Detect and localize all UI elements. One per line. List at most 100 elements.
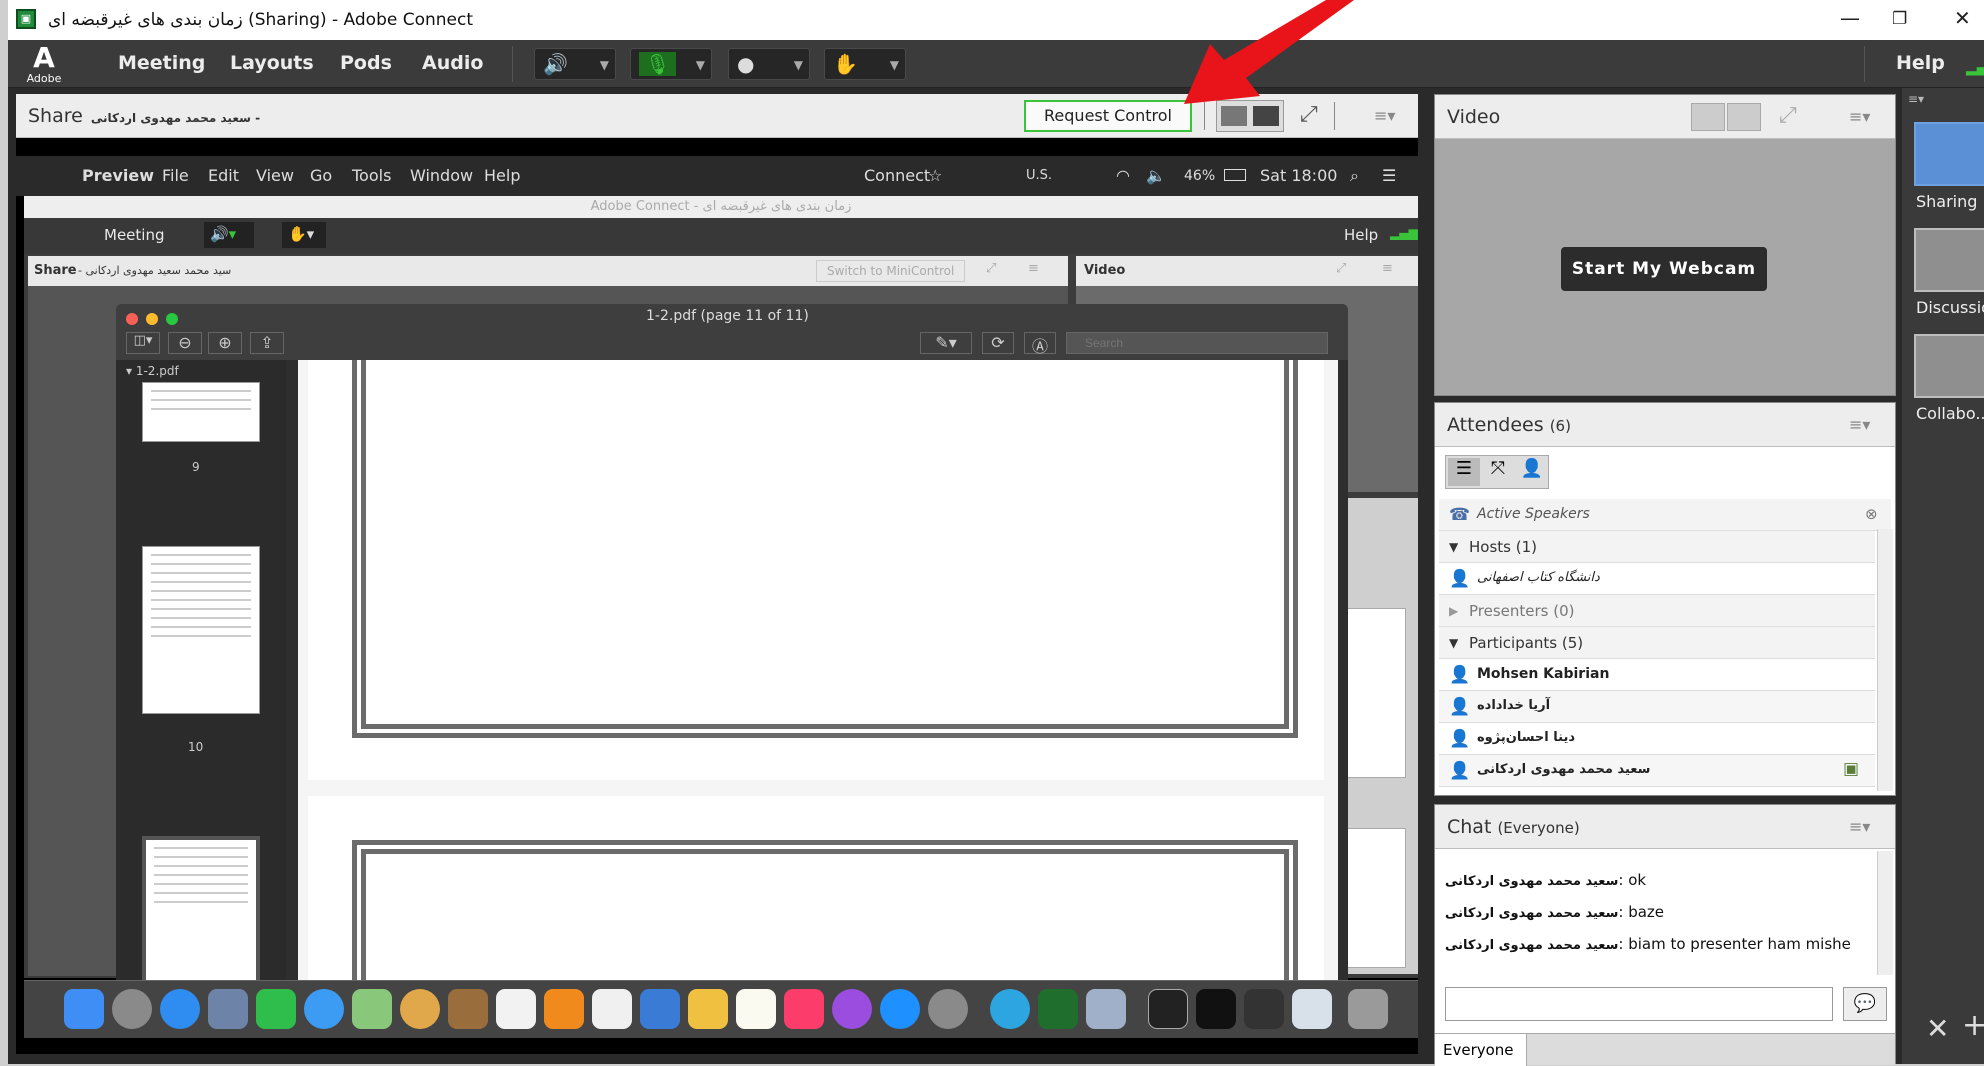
filmstrip-view-icon[interactable] — [1727, 103, 1761, 131]
menu-help[interactable]: Help — [1896, 52, 1945, 74]
vlc-icon — [544, 989, 584, 1029]
speaker-toggle[interactable]: 🔊 ▼ — [534, 48, 616, 80]
mac-menu-view: View — [256, 166, 294, 185]
close-dot-icon — [126, 313, 138, 325]
request-control-button[interactable]: Request Control — [1024, 100, 1192, 132]
preview-sidebar: ▾ 1-2.pdf 9 10 — [116, 360, 286, 984]
video-fullscreen-icon[interactable]: ⤢ — [1779, 103, 1797, 128]
chevron-down-icon[interactable]: ▼ — [696, 58, 705, 72]
telegram-icon — [990, 989, 1030, 1029]
menu-audio[interactable]: Audio — [422, 52, 483, 74]
chevron-down-icon[interactable]: ▼ — [600, 58, 609, 72]
maximize-button[interactable]: ❐ — [1892, 9, 1907, 29]
layout-label-collaboration[interactable]: Collabo... — [1916, 404, 1984, 423]
adobe-connect-app-icon: ▣ — [16, 9, 36, 29]
attendees-title: Attendees (6) — [1447, 414, 1571, 436]
grid-view-icon[interactable] — [1691, 103, 1725, 131]
zoom-out-icon: ⊖ — [168, 332, 202, 354]
inner-share-presenter: - سید محمد سعید مهدوی اردکانی — [78, 264, 232, 277]
menu-meeting[interactable]: Meeting — [118, 52, 205, 74]
mac-status-clock: Sat 18:00 — [1260, 166, 1338, 185]
video-pod: Video ⤢ ≡▾ Start My Webcam — [1434, 94, 1896, 396]
layout-thumb-discussion[interactable] — [1914, 228, 1984, 292]
preview-document-area — [298, 360, 1338, 1000]
preview-search-input — [1066, 332, 1328, 354]
chat-pod-header: Chat (Everyone) ≡▾ — [1435, 805, 1895, 849]
chevron-down-icon[interactable]: ▼ — [890, 58, 899, 72]
adobe-connect-dock-icon — [1038, 989, 1078, 1029]
attendees-scrollbar[interactable] — [1877, 529, 1893, 791]
participant-row[interactable]: 👤 سعید محمد مهدوی اردکانی ▣ — [1439, 755, 1875, 787]
minimize-button[interactable]: — — [1840, 6, 1860, 30]
inner-menu-meeting: Meeting — [104, 226, 165, 244]
inner-fullscreen-icon: ⤢ — [986, 261, 997, 276]
collapse-triangle-icon: ▶ — [1449, 604, 1459, 618]
rotate-icon: ⟳ — [982, 332, 1014, 354]
podcasts-icon — [832, 989, 872, 1029]
mail-icon — [208, 989, 248, 1029]
chat-menu-icon[interactable]: ≡▾ — [1849, 817, 1870, 836]
notification-center-icon: ☰ — [1382, 166, 1397, 185]
layouts-bar: ≡▾ Sharing Discussion Collabo... ✕ + — [1902, 88, 1984, 1064]
share-icon: ⇪ — [250, 332, 284, 354]
list-view-icon[interactable]: ☰ — [1448, 458, 1480, 486]
attendees-menu-icon[interactable]: ≡▾ — [1849, 415, 1870, 434]
photos-icon — [400, 989, 440, 1029]
pod-menu-icon[interactable]: ≡▾ — [1374, 106, 1395, 125]
inner-switch-minicontrol: Switch to MiniControl — [816, 260, 966, 282]
breakout-view-icon[interactable]: ⤧ — [1482, 458, 1514, 486]
layout-thumb-collaboration[interactable] — [1914, 334, 1984, 398]
start-webcam-button[interactable]: Start My Webcam — [1561, 247, 1767, 291]
raise-hand-icon: ✋ — [833, 52, 858, 76]
spotlight-icon: ⌕ — [1350, 166, 1359, 185]
camera-toggle[interactable]: ● ▼ — [728, 48, 810, 80]
close-active-speakers-icon[interactable]: ⊗ — [1865, 505, 1878, 523]
video-pod-menu-icon[interactable]: ≡▾ — [1849, 107, 1870, 126]
menu-layouts[interactable]: Layouts — [230, 52, 314, 74]
host-attendee-row[interactable]: 👤 دانشگاه کتاب اصفهانی — [1439, 563, 1875, 595]
participants-group[interactable]: ▼ Participants (5) — [1439, 627, 1875, 659]
numbers-icon — [640, 989, 680, 1029]
layouts-menu-icon[interactable]: ≡▾ — [1908, 92, 1924, 106]
page-thumbnail-9 — [142, 382, 260, 442]
chat-message-input[interactable] — [1445, 987, 1833, 1021]
safari-icon — [160, 989, 200, 1029]
window-thumbnail-icon — [1244, 989, 1284, 1029]
chat-scrollbar[interactable] — [1877, 851, 1893, 975]
sharing-status-icon: ▣ — [1843, 759, 1860, 779]
mac-status-keyboard: U.S. — [1026, 168, 1053, 183]
pdf-page-11 — [308, 796, 1324, 1000]
microphone-toggle[interactable]: 🎙 ▼ — [630, 48, 712, 80]
minimize-dot-icon — [146, 313, 158, 325]
mac-menu-bar: Preview File Edit View Go Tools Window H… — [16, 156, 1418, 196]
chevron-down-icon[interactable]: ▼ — [794, 58, 803, 72]
layout-thumb-sharing[interactable] — [1914, 122, 1984, 186]
launchpad-icon — [112, 989, 152, 1029]
notes-book-icon — [448, 989, 488, 1029]
expand-triangle-icon: ▼ — [1449, 636, 1459, 650]
presenters-group[interactable]: ▶ Presenters (0) — [1439, 595, 1875, 627]
reminders-icon — [592, 989, 632, 1029]
close-button[interactable]: ✕ — [1954, 6, 1971, 30]
send-message-icon[interactable]: 💬 — [1843, 987, 1887, 1021]
participant-row[interactable]: 👤 دینا احسان‌پژوه — [1439, 723, 1875, 755]
hosts-group[interactable]: ▼ Hosts (1) — [1439, 531, 1875, 563]
participant-row[interactable]: 👤 آریا خداداده — [1439, 691, 1875, 723]
delete-layout-icon[interactable]: ✕ — [1926, 1012, 1949, 1045]
layout-label-discussion[interactable]: Discussion — [1916, 298, 1984, 317]
pdf-page-10 — [308, 360, 1324, 780]
participant-row[interactable]: 👤 Mohsen Kabirian — [1439, 659, 1875, 691]
inner-video-fullscreen-icon: ⤢ — [1336, 261, 1347, 276]
video-pod-header: Video ⤢ ≡▾ — [1435, 95, 1895, 139]
chat-tab-everyone[interactable]: Everyone — [1435, 1034, 1527, 1066]
volume-icon: 🔈 — [1146, 166, 1166, 185]
add-layout-icon[interactable]: + — [1962, 1008, 1984, 1043]
status-view-icon[interactable]: 👤 — [1516, 458, 1548, 486]
menu-pods[interactable]: Pods — [340, 52, 392, 74]
chat-tab-bar: Everyone — [1435, 1033, 1895, 1066]
raise-hand-toggle[interactable]: ✋ ▼ — [824, 48, 906, 80]
inner-share-header: Share - سید محمد سعید مهدوی اردکانی Swit… — [28, 256, 1068, 286]
speaker-icon: 🔊 — [543, 52, 568, 76]
layout-label-sharing[interactable]: Sharing — [1916, 192, 1977, 211]
window-thumbnail-icon — [1196, 989, 1236, 1029]
